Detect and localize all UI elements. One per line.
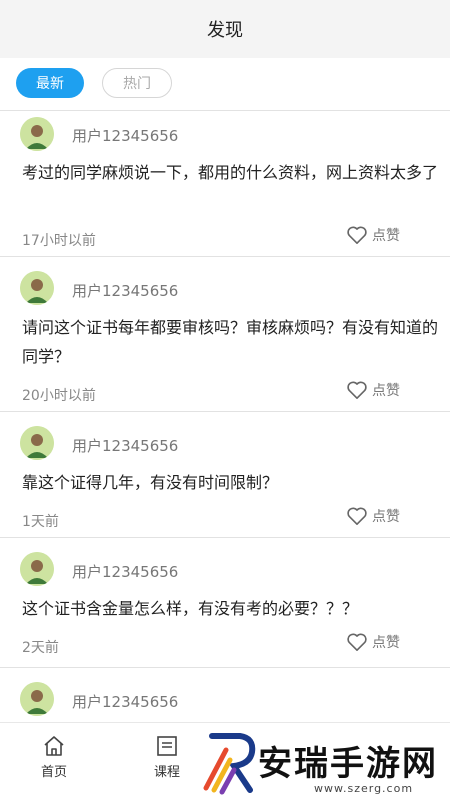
- avatar[interactable]: [20, 426, 54, 460]
- like-label: 点赞: [372, 228, 400, 244]
- like-label: 点赞: [372, 383, 400, 399]
- like-button[interactable]: 点赞: [346, 506, 400, 526]
- heart-icon: [347, 226, 367, 244]
- avatar[interactable]: [20, 271, 54, 305]
- post-item[interactable]: 用户12345656 靠这个证得几年，有没有时间限制？ 1天前 点赞: [0, 411, 450, 537]
- heart-icon: [347, 633, 367, 651]
- course-book-icon: [157, 736, 177, 756]
- avatar[interactable]: [20, 117, 54, 151]
- post-feed[interactable]: 用户12345656 考过的同学麻烦说一下，都用的什么资料，网上资料太多了 17…: [0, 110, 450, 722]
- like-button[interactable]: 点赞: [346, 632, 400, 652]
- page-title: 发现: [207, 20, 243, 41]
- nav-home[interactable]: 首页: [24, 735, 84, 780]
- nav-home-label: 首页: [40, 765, 67, 780]
- like-button[interactable]: 点赞: [346, 225, 400, 245]
- username[interactable]: 用户12345656: [72, 125, 178, 146]
- watermark-logo: [203, 733, 256, 795]
- post-time: 20小时以前: [22, 388, 96, 404]
- tab-hot[interactable]: 热门: [102, 68, 172, 98]
- filter-tabs: 最新 热门: [0, 58, 450, 110]
- username[interactable]: 用户12345656: [72, 561, 178, 582]
- post-time: 17小时以前: [22, 233, 96, 249]
- nav-course[interactable]: 课程: [137, 735, 197, 780]
- watermark-url: www.szerg.com: [314, 782, 414, 795]
- username[interactable]: 用户12345656: [72, 280, 178, 301]
- username[interactable]: 用户12345656: [72, 691, 178, 712]
- post-content[interactable]: 靠这个证得几年，有没有时间限制？: [22, 468, 440, 497]
- post-content[interactable]: 这个证书含金量怎么样，有没有考的必要？？？: [22, 594, 440, 623]
- post-content[interactable]: 请问这个证书每年都要审核吗？审核麻烦吗？有没有知道的同学？: [22, 313, 440, 371]
- heart-icon: [347, 507, 367, 525]
- top-header: 发现: [0, 0, 450, 58]
- tab-latest[interactable]: 最新: [16, 68, 84, 98]
- nav-course-label: 课程: [153, 765, 180, 780]
- watermark: 安瑞手游网 www.szerg.com: [196, 728, 450, 800]
- heart-icon: [347, 381, 367, 399]
- username[interactable]: 用户12345656: [72, 435, 178, 456]
- post-content[interactable]: 考过的同学麻烦说一下，都用的什么资料，网上资料太多了: [22, 158, 440, 187]
- post-time: 2天前: [22, 640, 59, 656]
- post-item[interactable]: 用户12345656 请问这个证书每年都要审核吗？审核麻烦吗？有没有知道的同学？…: [0, 256, 450, 411]
- avatar[interactable]: [20, 682, 54, 716]
- post-item[interactable]: 用户12345656: [0, 667, 450, 722]
- like-button[interactable]: 点赞: [346, 380, 400, 400]
- home-icon: [44, 736, 64, 756]
- watermark-text: 安瑞手游网: [258, 744, 438, 784]
- like-label: 点赞: [372, 509, 400, 525]
- post-item[interactable]: 用户12345656 考过的同学麻烦说一下，都用的什么资料，网上资料太多了 17…: [0, 110, 450, 256]
- post-time: 1天前: [22, 514, 59, 530]
- avatar[interactable]: [20, 552, 54, 586]
- post-item[interactable]: 用户12345656 这个证书含金量怎么样，有没有考的必要？？？ 2天前 点赞: [0, 537, 450, 667]
- like-label: 点赞: [372, 635, 400, 651]
